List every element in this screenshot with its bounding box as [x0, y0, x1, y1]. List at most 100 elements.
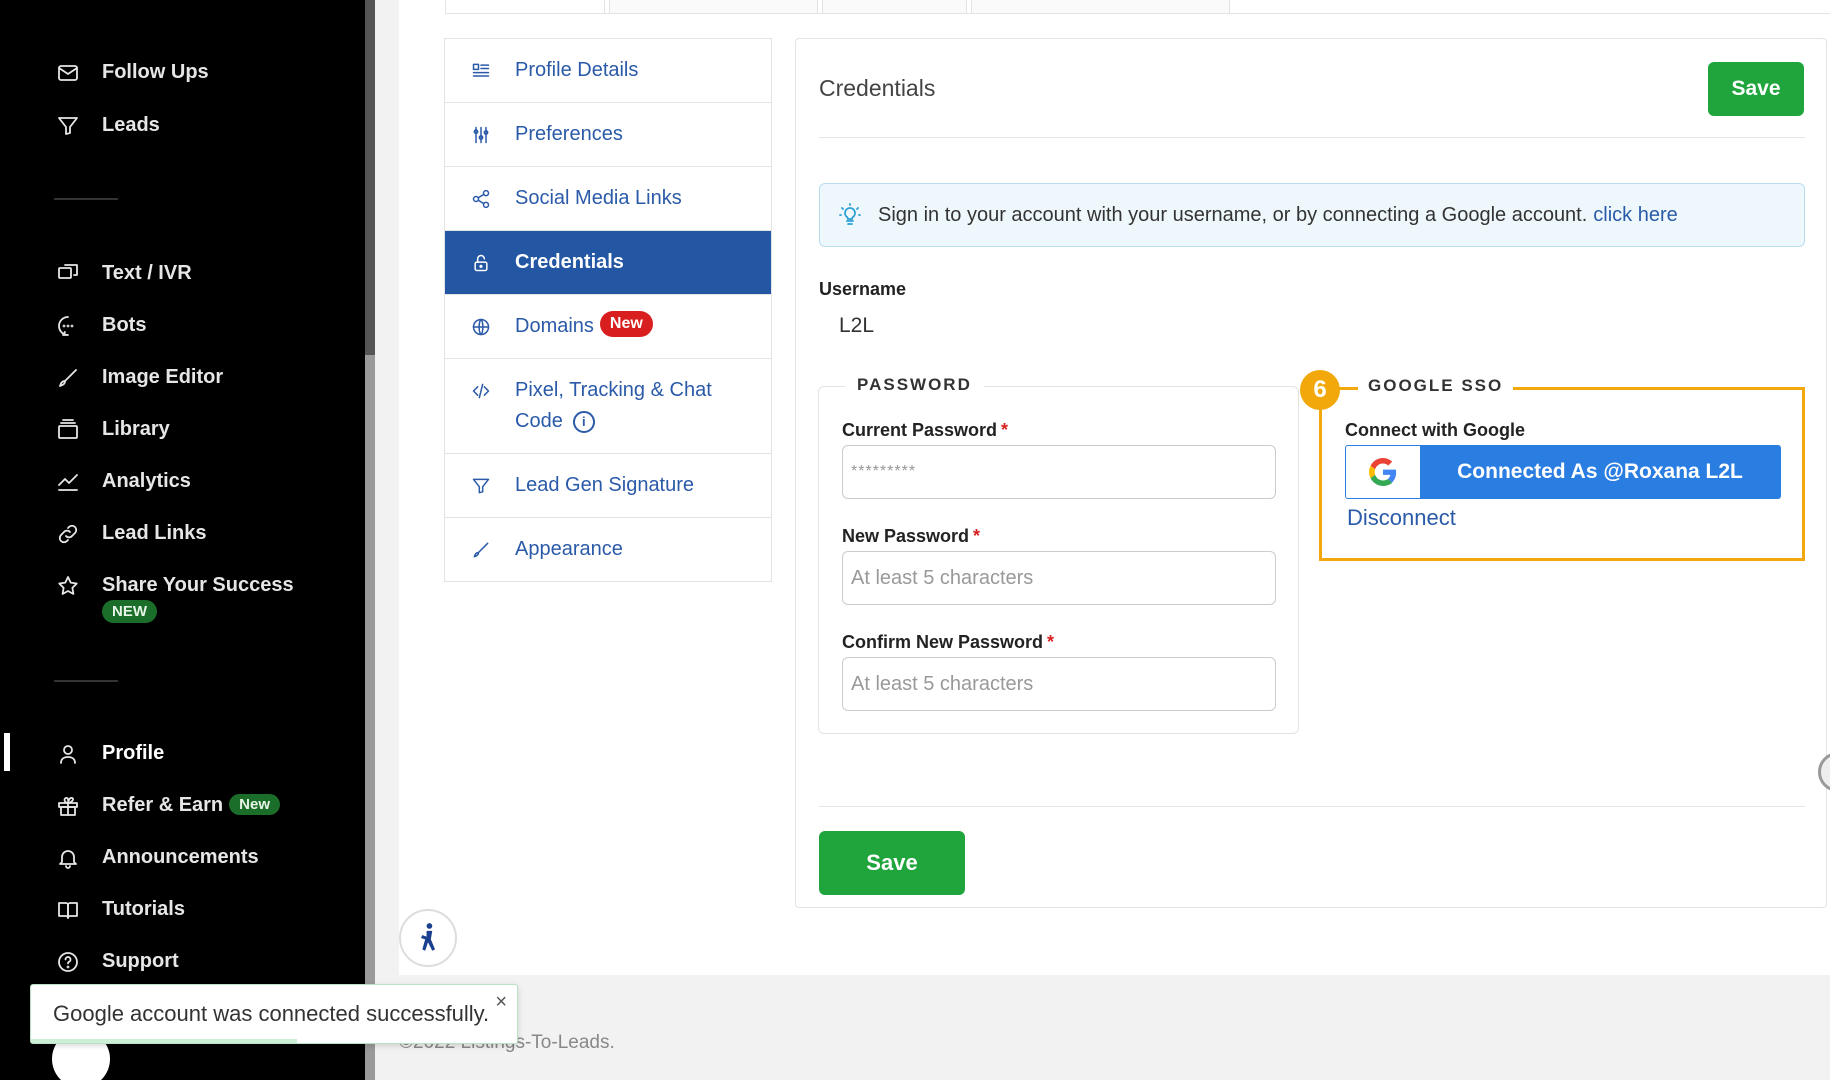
info-icon[interactable]: i	[572, 410, 595, 433]
info-alert: Sign in to your account with your userna…	[819, 183, 1805, 247]
required-mark: *	[973, 526, 981, 546]
menu-item-label: Social Media Links	[515, 187, 682, 209]
sidebar-item-share-your-success[interactable]: Share Your Success	[56, 574, 294, 598]
step-badge: 6	[1300, 370, 1340, 410]
globe-icon	[469, 311, 493, 342]
password-legend: PASSWORD	[845, 375, 984, 395]
username-label: Username	[819, 279, 907, 299]
required-mark: *	[1047, 632, 1055, 652]
sidebar-item-bots[interactable]: Bots	[56, 314, 146, 338]
label-text: Current Password	[842, 420, 998, 440]
menu-item-appearance[interactable]: Appearance	[445, 518, 771, 581]
sidebar-item-label: Lead Links	[102, 522, 207, 544]
toast-progress	[31, 1039, 297, 1043]
menu-item-preferences[interactable]: Preferences	[445, 103, 771, 167]
sidebar-divider	[54, 198, 118, 200]
filter-icon	[56, 114, 80, 138]
sidebar-item-label: Support	[102, 950, 179, 972]
sidebar-item-label: Tutorials	[102, 898, 185, 920]
sidebar-item-tutorials[interactable]: Tutorials	[56, 898, 185, 922]
share-icon	[469, 183, 493, 214]
sidebar-item-label: Library	[102, 418, 170, 440]
menu-item-social-media-links[interactable]: Social Media Links	[445, 167, 771, 231]
menu-item-lead-gen-signature[interactable]: Lead Gen Signature	[445, 454, 771, 518]
menu-item-domains[interactable]: Domains New	[445, 295, 771, 359]
active-indicator	[4, 733, 10, 771]
sidebar-item-leads[interactable]: Leads	[56, 114, 160, 138]
sidebar-item-label: Leads	[102, 114, 160, 136]
sidebar-item-label: Bots	[102, 314, 147, 336]
sidebar-item-label: Profile	[102, 742, 165, 764]
save-button[interactable]: Save	[1708, 62, 1804, 116]
sidebar-item-label: Share Your Success	[102, 574, 294, 596]
save-button-bottom[interactable]: Save	[819, 831, 965, 895]
disconnect-link[interactable]: Disconnect	[1347, 505, 1456, 531]
gutter	[375, 0, 399, 1080]
sidebar-item-label: Announcements	[102, 846, 259, 868]
menu-item-profile-details[interactable]: Profile Details	[445, 39, 771, 103]
code-icon	[469, 375, 493, 406]
chat-icon	[56, 262, 80, 286]
brush-icon	[469, 534, 493, 565]
sidebar-item-follow-ups[interactable]: Follow Ups	[56, 61, 209, 85]
current-password-input[interactable]: *********	[842, 445, 1276, 499]
menu-item-label-wrap: Pixel, Tracking & Chat Code i	[515, 375, 712, 437]
google-connect-button[interactable]: Connected As @Roxana L2L	[1345, 445, 1781, 499]
menu-item-label: Domains	[515, 315, 594, 337]
sidebar-item-announcements[interactable]: Announcements	[56, 846, 259, 870]
sidebar-divider	[54, 680, 118, 682]
sidebar-item-refer-earn[interactable]: Refer & Earn New	[56, 794, 280, 818]
menu-item-label-line2: Code	[515, 410, 563, 432]
sidebar-item-lead-links[interactable]: Lead Links	[56, 522, 206, 546]
accessibility-button[interactable]	[399, 909, 457, 967]
connect-google-label: Connect with Google	[1345, 420, 1525, 440]
analytics-icon	[56, 470, 80, 494]
scrollbar-thumb[interactable]	[365, 355, 375, 1080]
tab[interactable]	[822, 0, 967, 14]
accessibility-icon	[420, 923, 436, 951]
username-value: L2L	[839, 314, 875, 337]
new-badge: New	[229, 794, 280, 815]
success-toast: Google account was connected successfull…	[30, 984, 518, 1044]
confirm-password-label: Confirm New Password *	[842, 632, 1054, 653]
new-badge: New	[599, 311, 653, 337]
menu-item-label: Pixel, Tracking & Chat	[515, 379, 712, 401]
required-mark: *	[1001, 420, 1009, 440]
info-text: Sign in to your account with your userna…	[878, 203, 1588, 226]
new-badge: NEW	[102, 600, 157, 623]
user-icon	[56, 742, 80, 766]
google-sso-legend: GOOGLE SSO	[1358, 376, 1514, 396]
help-icon	[56, 950, 80, 974]
label-text: Confirm New Password	[842, 632, 1044, 652]
close-icon[interactable]: ×	[495, 991, 507, 1014]
brush-icon	[56, 366, 80, 390]
sidebar-scrollbar[interactable]	[365, 0, 375, 1080]
toast-message: Google account was connected successfull…	[53, 1001, 490, 1026]
menu-item-label: Credentials	[515, 251, 624, 273]
menu-item-label: Lead Gen Signature	[515, 474, 695, 496]
menu-item-credentials[interactable]: Credentials	[445, 231, 771, 295]
click-here-link[interactable]: click here	[1593, 204, 1677, 227]
book-icon	[56, 898, 80, 922]
confirm-password-input[interactable]: At least 5 characters	[842, 657, 1276, 711]
divider	[819, 137, 1805, 138]
tab[interactable]	[609, 0, 818, 14]
sidebar-item-label: Text / IVR	[102, 262, 192, 284]
sidebar-item-image-editor[interactable]: Image Editor	[56, 366, 223, 390]
unlock-icon	[469, 247, 493, 278]
divider	[819, 806, 1805, 807]
tab[interactable]	[971, 0, 1230, 14]
new-password-label: New Password *	[842, 526, 980, 547]
sidebar-item-text-ivr[interactable]: Text / IVR	[56, 262, 192, 286]
sidebar-item-label: Image Editor	[102, 366, 224, 388]
page-title: Credentials	[819, 75, 936, 101]
sidebar-item-support[interactable]: Support	[56, 950, 179, 974]
sidebar: Follow Ups Leads Text / IVR Bots Image E…	[0, 0, 365, 1080]
sidebar-item-library[interactable]: Library	[56, 418, 170, 442]
label-text: New Password	[842, 526, 970, 546]
menu-item-pixel-tracking[interactable]: Pixel, Tracking & Chat Code i	[445, 359, 771, 454]
sidebar-item-analytics[interactable]: Analytics	[56, 470, 191, 494]
tab-active[interactable]	[445, 0, 605, 14]
sidebar-item-profile[interactable]: Profile	[56, 742, 164, 766]
new-password-input[interactable]: At least 5 characters	[842, 551, 1276, 605]
